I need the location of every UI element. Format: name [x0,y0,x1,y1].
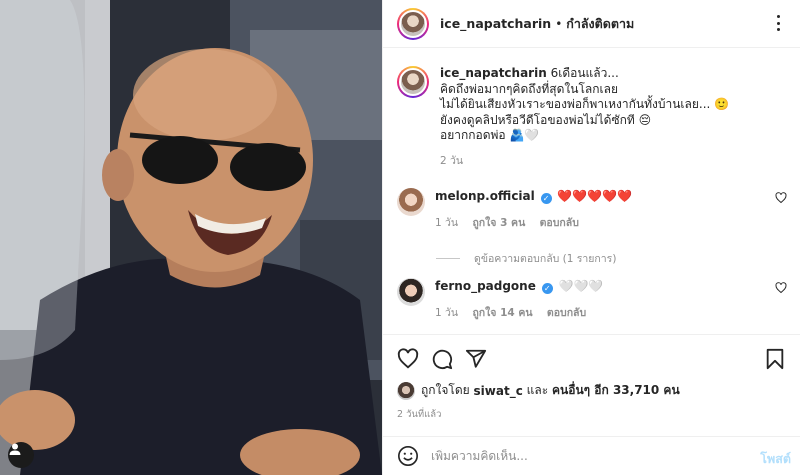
view-replies-button[interactable]: ดูข้อความตอบกลับ (1 รายการ) [436,250,616,267]
posted-time[interactable]: 2 วันที่แล้ว [397,407,441,422]
commenter-username[interactable]: ferno_padgone [435,279,536,293]
post-caption: ice_napatcharin 6เดือนแล้ว... คิดถึงพ่อม… [397,66,780,169]
comment-time[interactable]: 1 วัน [435,307,458,319]
comment-item: melonp.official ✓ ❤️❤️❤️❤️❤️ 1 วัน ถูกใจ… [397,188,787,231]
commenter-avatar[interactable] [397,278,425,306]
caption-line: 6เดือนแล้ว... [550,66,619,80]
verified-icon: ✓ [540,193,552,204]
comment-input[interactable] [431,449,741,463]
replies-divider [436,258,460,259]
user-tag-button[interactable] [8,442,34,468]
caption-line: คิดถึงพ่อมากๆคิดถึงที่สุดในโลกเลย [440,81,619,96]
comment-like-heart-icon[interactable] [775,282,787,294]
comment-likes[interactable]: ถูกใจ 3 คน [472,217,525,229]
likes-others[interactable]: คนอื่นๆ อีก 33,710 คน [552,381,680,400]
view-replies-label: ดูข้อความตอบกลับ (1 รายการ) [474,253,617,265]
comment-like-heart-icon[interactable] [775,192,787,204]
liker-avatar[interactable] [397,381,415,400]
share-icon[interactable] [465,348,487,370]
heart-icon[interactable] [397,348,419,370]
reply-button[interactable]: ตอบกลับ [547,307,586,319]
caption-line: ไม่ได้ยินเสียงหัวเราะของพ่อก็พาเหงากันทั… [440,97,730,111]
post-comment-button[interactable]: โพสต์ [760,449,791,469]
more-options-icon[interactable] [771,15,785,31]
follow-status-button[interactable]: กำลังติดตาม [566,14,634,34]
comment-time[interactable]: 1 วัน [435,217,458,229]
post-photo[interactable] [0,0,382,475]
likes-prefix: ถูกใจโดย [421,383,470,397]
post-details-panel: ice_napatcharin • กำลังติดตาม ice_napatc… [382,0,800,475]
comment-item: ferno_padgone ✓ 🤍🤍🤍 1 วัน ถูกใจ 14 คน ตอ… [397,278,787,321]
post-header: ice_napatcharin • กำลังติดตาม [383,0,800,48]
reply-button[interactable]: ตอบกลับ [540,217,579,229]
author-avatar[interactable] [397,7,429,40]
comment-icon[interactable] [431,348,453,370]
author-username[interactable]: ice_napatcharin [440,16,551,31]
comment-text: ❤️❤️❤️❤️❤️ [557,189,633,203]
likes-middle: และ [526,383,549,397]
user-tag-icon [9,443,21,455]
liker-username[interactable]: siwat_c [474,384,523,398]
caption-line: ยังคงดูคลิปหรือวีดีโอของพ่อไม่ได้ซักที 😔 [440,112,652,127]
caption-avatar[interactable] [397,66,429,98]
caption-line: อยากกอดพ่อ 🫂🤍 [440,128,540,142]
verified-icon: ✓ [541,283,553,294]
commenter-username[interactable]: melonp.official [435,189,535,203]
comment-likes[interactable]: ถูกใจ 14 คน [472,307,532,319]
instagram-post: ice_napatcharin • กำลังติดตาม ice_napatc… [0,0,800,475]
action-bar [383,334,800,384]
photo-image [0,0,382,475]
likes-summary: ถูกใจโดย siwat_c และ คนอื่นๆ อีก 33,710 … [397,381,680,400]
save-icon[interactable] [765,348,785,370]
header-separator: • [555,16,563,31]
emoji-icon[interactable] [397,445,419,467]
caption-username[interactable]: ice_napatcharin [440,66,547,80]
commenter-avatar[interactable] [397,188,425,216]
comment-text: 🤍🤍🤍 [558,279,604,293]
caption-time[interactable]: 2 วัน [440,154,780,170]
add-comment-bar: โพสต์ [383,436,800,475]
